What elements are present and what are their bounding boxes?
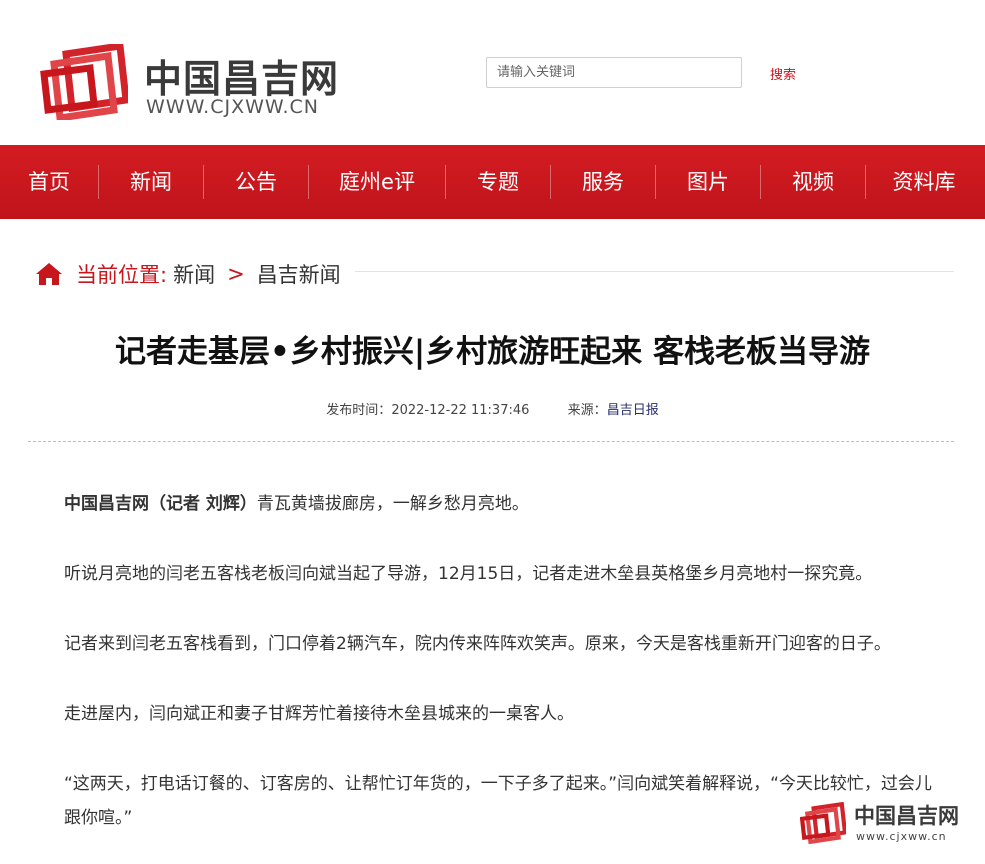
watermark-url: www.cjxww.cn	[856, 830, 947, 843]
breadcrumb-news[interactable]: 新闻	[173, 259, 215, 289]
main-nav: 首页 新闻 公告 庭州e评 专题 服务 图片 视频 资料库	[0, 145, 985, 219]
search-input[interactable]	[486, 57, 742, 88]
source-label: 来源：	[567, 403, 607, 418]
nav-item-notice[interactable]: 公告	[204, 145, 308, 219]
breadcrumb-label: 当前位置:	[76, 263, 168, 287]
lead-byline: 中国昌吉网（记者 刘辉）	[64, 494, 257, 514]
source-link[interactable]: 昌吉日报	[607, 403, 659, 418]
nav-item-topics[interactable]: 专题	[446, 145, 550, 219]
breadcrumb: 当前位置: 新闻 > 昌吉新闻	[34, 256, 954, 292]
watermark-logo-icon	[800, 802, 846, 844]
site-url: WWW.CJXWW.CN	[146, 96, 320, 118]
breadcrumb-separator: >	[227, 262, 245, 286]
nav-item-pictures[interactable]: 图片	[656, 145, 760, 219]
lead-paragraph: 中国昌吉网（记者 刘辉）青瓦黄墙拔廊房，一解乡愁月亮地。	[64, 487, 944, 521]
body-paragraph: 听说月亮地的闫老五客栈老板闫向斌当起了导游，12月15日，记者走进木垒县英格堡乡…	[64, 564, 873, 584]
site-name: 中国昌吉网	[144, 57, 340, 101]
publish-time: 2022-12-22 11:37:46	[391, 403, 530, 418]
publish-label: 发布时间：	[326, 403, 392, 418]
logo-mark-icon	[40, 44, 128, 120]
watermark-name: 中国昌吉网	[854, 804, 959, 828]
nav-item-news[interactable]: 新闻	[99, 145, 203, 219]
nav-item-archive[interactable]: 资料库	[866, 145, 982, 219]
article-meta: 发布时间：2022-12-22 11:37:46 来源：昌吉日报	[0, 399, 985, 418]
nav-item-services[interactable]: 服务	[551, 145, 655, 219]
breadcrumb-changji-news[interactable]: 昌吉新闻	[257, 259, 341, 289]
site-header: 中国昌吉网 WWW.CJXWW.CN 搜索	[0, 0, 985, 145]
watermark: 中国昌吉网 www.cjxww.cn	[800, 800, 980, 850]
nav-item-video[interactable]: 视频	[761, 145, 865, 219]
title-divider	[28, 441, 954, 442]
body-paragraph: 走进屋内，闫向斌正和妻子甘辉芳忙着接待木垒县城来的一桌客人。	[64, 704, 574, 724]
body-paragraph: 记者来到闫老五客栈看到，门口停着2辆汽车，院内传来阵阵欢笑声。原来，今天是客栈重…	[64, 634, 891, 654]
nav-item-commentary[interactable]: 庭州e评	[309, 145, 445, 219]
home-icon[interactable]	[34, 261, 64, 287]
nav-item-home[interactable]: 首页	[0, 145, 98, 219]
lead-text: 青瓦黄墙拔廊房，一解乡愁月亮地。	[256, 494, 529, 514]
site-logo[interactable]: 中国昌吉网 WWW.CJXWW.CN	[40, 44, 360, 124]
search-button[interactable]: 搜索	[770, 64, 796, 83]
article-title: 记者走基层•乡村振兴|乡村旅游旺起来 客栈老板当导游	[115, 334, 870, 370]
